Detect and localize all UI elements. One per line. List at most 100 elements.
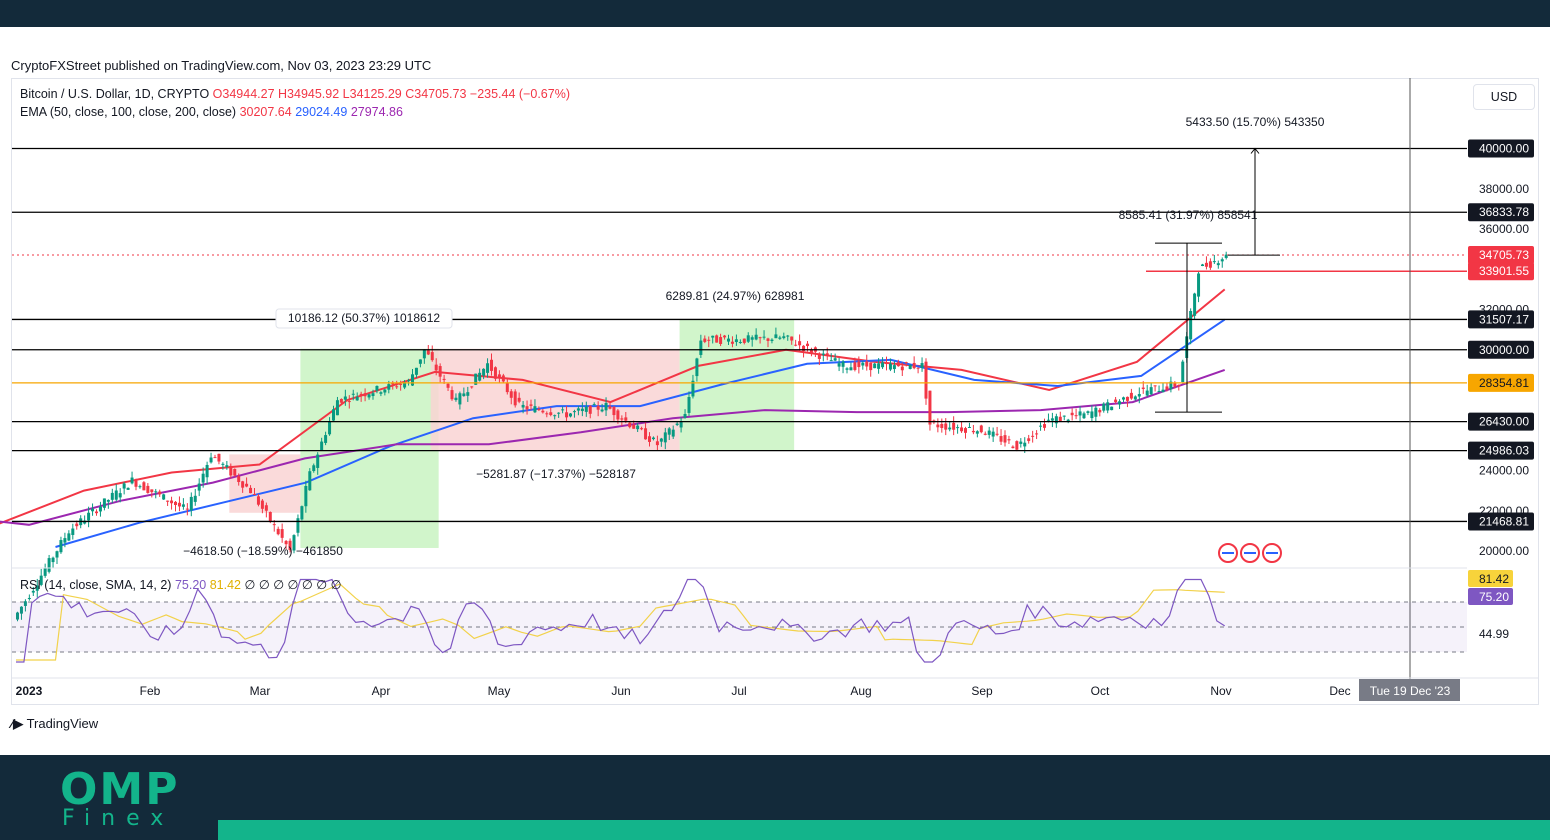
price-label: 21468.81 xyxy=(1479,514,1529,528)
candle-body xyxy=(588,405,592,414)
candle-body xyxy=(482,368,486,376)
candle-body xyxy=(55,551,59,558)
candle-body xyxy=(896,362,900,367)
candle-body xyxy=(343,396,347,400)
candle-body xyxy=(719,337,723,344)
candle-body xyxy=(734,339,738,343)
candle-body xyxy=(150,489,154,493)
candle-body xyxy=(975,431,979,434)
candle-body xyxy=(644,428,648,440)
candle-body xyxy=(130,477,134,484)
candle-body xyxy=(367,394,371,398)
candle-body xyxy=(509,391,513,398)
candle-body xyxy=(27,597,31,600)
change-value: −235.44 (−0.67%) xyxy=(469,87,570,101)
candle-body xyxy=(545,413,549,415)
candle-body xyxy=(422,349,426,359)
candle-body xyxy=(1035,433,1039,435)
candle-body xyxy=(715,335,719,343)
candle-body xyxy=(592,404,596,406)
candle-body xyxy=(407,380,411,382)
candle-body xyxy=(948,427,952,430)
candle-body xyxy=(1165,386,1169,390)
candle-body xyxy=(1070,412,1074,416)
candle-body xyxy=(67,533,71,541)
candle-body xyxy=(174,501,177,505)
candle-body xyxy=(746,335,750,342)
symbol-name: Bitcoin / U.S. Dollar, 1D, CRYPTO xyxy=(20,87,210,101)
crosshair-date-label: Tue 19 Dec '23 xyxy=(1370,684,1451,698)
candle-body xyxy=(794,344,798,346)
candle-body xyxy=(632,424,636,429)
candle-body xyxy=(584,406,588,412)
candle-body xyxy=(501,375,505,382)
rsi-value-label: 75.20 xyxy=(1479,590,1509,604)
candle-body xyxy=(1141,387,1145,389)
candle-body xyxy=(260,500,264,509)
candle-body xyxy=(967,426,971,428)
candle-body xyxy=(687,396,691,413)
x-tick-label: Oct xyxy=(1091,684,1110,698)
candle-body xyxy=(869,362,873,371)
candle-body xyxy=(1058,416,1062,422)
candle-body xyxy=(727,338,730,342)
candle-body xyxy=(320,441,324,451)
candle-body xyxy=(979,425,983,433)
candle-body xyxy=(1015,441,1019,450)
candle-body xyxy=(253,494,256,496)
candle-body xyxy=(217,453,221,462)
candle-body xyxy=(375,385,379,391)
candle-body xyxy=(324,435,328,443)
finex-logo: Finex xyxy=(62,806,175,831)
measure-annotation: 8585.41 (31.97%) 858541 xyxy=(1119,208,1258,222)
currency-button[interactable]: USD xyxy=(1473,84,1535,110)
candle-body xyxy=(1043,424,1046,428)
candle-body xyxy=(1125,396,1129,401)
measure-annotation: 6289.81 (24.97%) 628981 xyxy=(666,289,805,303)
candle-body xyxy=(1197,273,1201,297)
candle-body xyxy=(446,383,450,388)
candle-body xyxy=(956,427,960,429)
candle-body xyxy=(1212,261,1216,263)
candle-body xyxy=(1102,403,1106,411)
candle-body xyxy=(339,398,343,403)
candle-body xyxy=(908,364,912,369)
candle-body xyxy=(873,363,877,369)
price-label: 30000.00 xyxy=(1479,343,1529,357)
candle-body xyxy=(1031,435,1035,437)
candle-body xyxy=(885,363,888,365)
candle-body xyxy=(861,362,865,366)
candle-body xyxy=(371,393,375,397)
candle-body xyxy=(1019,441,1023,444)
candle-body xyxy=(533,406,537,413)
candle-body xyxy=(332,409,335,421)
candle-body xyxy=(888,363,892,370)
candle-body xyxy=(964,428,967,433)
candle-body xyxy=(256,496,260,505)
tradingview-logo-icon: ⁄▶ xyxy=(11,716,24,731)
price-label: 34705.73 xyxy=(1479,248,1529,262)
candle-body xyxy=(561,409,565,411)
candle-body xyxy=(95,511,98,514)
candle-body xyxy=(403,382,407,388)
candle-body xyxy=(612,406,616,416)
open-value: O34944.27 xyxy=(212,87,275,101)
candle-body xyxy=(418,359,422,364)
candle-body xyxy=(655,441,659,446)
footer-accent xyxy=(218,820,1550,840)
candle-body xyxy=(209,457,213,463)
candle-body xyxy=(450,390,454,400)
candle-body xyxy=(1208,261,1212,268)
x-tick-label: Nov xyxy=(1210,684,1231,698)
price-label: 33901.55 xyxy=(1479,264,1529,278)
candle-body xyxy=(620,418,624,420)
candle-body xyxy=(849,367,853,371)
candle-body xyxy=(821,353,825,355)
candle-body xyxy=(442,378,446,380)
candle-body xyxy=(565,412,569,418)
candle-body xyxy=(572,411,576,413)
candle-body xyxy=(742,338,746,343)
candle-body xyxy=(1062,415,1066,417)
candle-body xyxy=(395,386,399,388)
candle-body xyxy=(355,396,359,401)
